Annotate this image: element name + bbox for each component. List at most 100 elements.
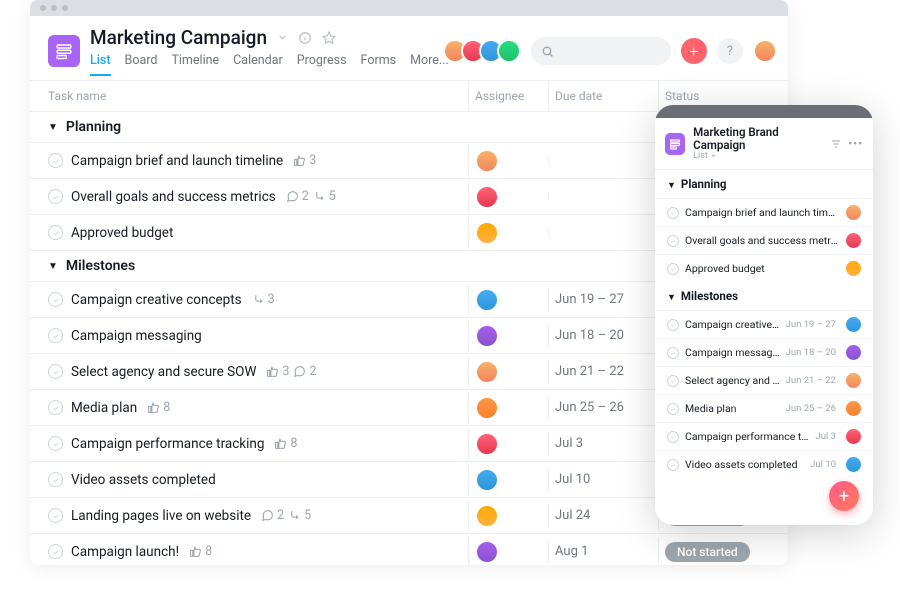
mobile-task-row[interactable]: Video assets completedJul 10	[655, 450, 873, 478]
due-date[interactable]: Jul 3	[548, 432, 658, 455]
task-name: Overall goals and success metrics	[685, 234, 840, 247]
mobile-task-row[interactable]: Campaign brief and launch timeline	[655, 198, 873, 226]
assignee-avatar[interactable]	[475, 396, 499, 420]
filter-icon[interactable]	[830, 138, 842, 150]
complete-checkbox[interactable]	[48, 472, 63, 487]
complete-checkbox[interactable]	[667, 207, 679, 219]
complete-checkbox[interactable]	[667, 431, 679, 443]
user-avatar[interactable]	[753, 39, 777, 63]
complete-checkbox[interactable]	[667, 235, 679, 247]
assignee-avatar[interactable]	[846, 345, 861, 360]
assignee-avatar[interactable]	[475, 221, 499, 245]
star-icon[interactable]	[322, 31, 336, 45]
due-date[interactable]: Aug 1	[548, 540, 658, 563]
complete-checkbox[interactable]	[48, 508, 63, 523]
due-date[interactable]: Jul 24	[548, 504, 658, 527]
mobile-task-row[interactable]: Select agency and secure SOWJun 21 – 22	[655, 366, 873, 394]
tab-board[interactable]: Board	[125, 53, 158, 76]
assignee-avatar[interactable]	[846, 233, 861, 248]
complete-checkbox[interactable]	[48, 153, 63, 168]
assignee-avatar[interactable]	[475, 432, 499, 456]
assignee-avatar[interactable]	[846, 373, 861, 388]
due-date[interactable]: Jun 19 – 27	[548, 288, 658, 311]
status-pill[interactable]: Not started	[665, 542, 750, 562]
assignee-avatar[interactable]	[475, 504, 499, 528]
mobile-task-row[interactable]: Approved budget	[655, 254, 873, 282]
assignee-avatar[interactable]	[846, 317, 861, 332]
complete-checkbox[interactable]	[667, 459, 679, 471]
task-name: Landing pages live on website	[71, 508, 251, 524]
likes-count: 3	[266, 364, 289, 379]
mobile-add-button[interactable]: +	[829, 481, 859, 511]
mobile-section-header[interactable]: ▼Milestones	[655, 282, 873, 310]
due-date: Jun 25 – 26	[786, 403, 836, 414]
tab-forms[interactable]: Forms	[361, 53, 397, 76]
tab-calendar[interactable]: Calendar	[233, 53, 283, 76]
due-date[interactable]: Jun 21 – 22	[548, 360, 658, 383]
assignee-avatar[interactable]	[475, 149, 499, 173]
due-date[interactable]: Jun 18 – 20	[548, 324, 658, 347]
chevron-down-icon[interactable]	[277, 32, 288, 43]
tab-list[interactable]: List	[90, 53, 111, 76]
search-input[interactable]	[531, 37, 671, 65]
assignee-avatar[interactable]	[846, 457, 861, 472]
due-date[interactable]	[548, 229, 658, 237]
complete-checkbox[interactable]	[48, 400, 63, 415]
due-date[interactable]	[548, 157, 658, 165]
mobile-task-row[interactable]: Campaign performance trackingJul 3	[655, 422, 873, 450]
tab-progress[interactable]: Progress	[297, 53, 347, 76]
assignee-avatar[interactable]	[475, 324, 499, 348]
complete-checkbox[interactable]	[667, 403, 679, 415]
mobile-task-row[interactable]: Campaign messagingJun 18 – 20	[655, 338, 873, 366]
task-name: Campaign performance tracking	[71, 436, 264, 452]
view-tabs: List Board Timeline Calendar Progress Forms Mo…	[90, 53, 449, 76]
subtasks-count: 5	[313, 189, 336, 204]
complete-checkbox[interactable]	[48, 328, 63, 343]
section-name: Planning	[66, 119, 121, 135]
due-date[interactable]: Jun 25 – 26	[548, 396, 658, 419]
assignee-avatar[interactable]	[475, 540, 499, 564]
mobile-task-row[interactable]: Media planJun 25 – 26	[655, 394, 873, 422]
assignee-avatar[interactable]	[846, 429, 861, 444]
due-date[interactable]	[548, 193, 658, 201]
assignee-avatar[interactable]	[475, 468, 499, 492]
complete-checkbox[interactable]	[48, 364, 63, 379]
tab-more[interactable]: More...	[410, 53, 449, 76]
due-date: Jul 3	[816, 431, 836, 442]
info-icon[interactable]	[298, 31, 312, 45]
assignee-avatar[interactable]	[846, 205, 861, 220]
task-row[interactable]: Campaign launch! 8Aug 1Not started	[30, 534, 788, 565]
due-date[interactable]: Jul 10	[548, 468, 658, 491]
more-icon[interactable]: •••	[848, 137, 863, 150]
mobile-task-row[interactable]: Overall goals and success metrics	[655, 226, 873, 254]
mobile-task-row[interactable]: Campaign creative conceptsJun 19 – 27	[655, 310, 873, 338]
complete-checkbox[interactable]	[667, 347, 679, 359]
window-titlebar	[30, 0, 788, 16]
task-name: Campaign creative concepts	[685, 318, 780, 331]
mobile-section-header[interactable]: ▼Planning	[655, 170, 873, 198]
assignee-avatar[interactable]	[846, 261, 861, 276]
col-task-name: Task name	[30, 81, 468, 111]
assignee-avatar[interactable]	[846, 401, 861, 416]
assignee-avatar[interactable]	[475, 288, 499, 312]
complete-checkbox[interactable]	[667, 375, 679, 387]
complete-checkbox[interactable]	[48, 436, 63, 451]
tab-timeline[interactable]: Timeline	[171, 53, 219, 76]
member-avatar[interactable]	[497, 39, 521, 63]
complete-checkbox[interactable]	[48, 225, 63, 240]
assignee-avatar[interactable]	[475, 185, 499, 209]
due-date: Jul 10	[810, 459, 836, 470]
assignee-avatar[interactable]	[475, 360, 499, 384]
complete-checkbox[interactable]	[48, 544, 63, 559]
task-name: Campaign messaging	[71, 328, 202, 344]
complete-checkbox[interactable]	[667, 263, 679, 275]
add-button[interactable]: +	[681, 38, 707, 64]
complete-checkbox[interactable]	[48, 189, 63, 204]
due-date: Jun 21 – 22	[786, 375, 836, 386]
caret-down-icon: ▼	[48, 122, 58, 133]
help-button[interactable]: ?	[717, 38, 743, 64]
complete-checkbox[interactable]	[48, 292, 63, 307]
task-name: Approved budget	[685, 262, 840, 275]
member-avatars[interactable]	[449, 39, 521, 63]
complete-checkbox[interactable]	[667, 319, 679, 331]
